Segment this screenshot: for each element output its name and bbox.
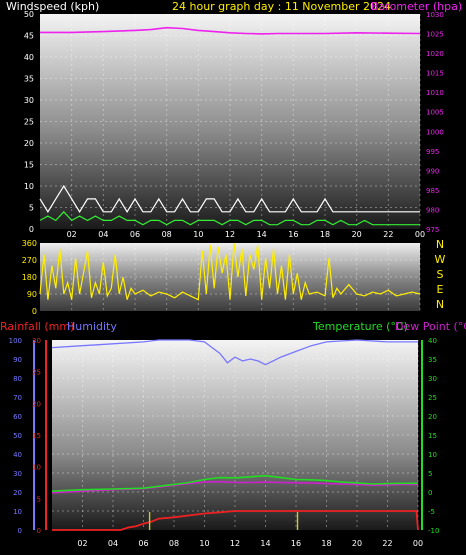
compass-label: W xyxy=(435,253,446,266)
x-tick-label: 20 xyxy=(352,230,362,239)
wind-tick-label: 15 xyxy=(24,161,34,170)
humidity-tick-label: 10 xyxy=(13,508,22,516)
x-tick-label: 16 xyxy=(291,539,301,548)
wind-tick-label: 35 xyxy=(24,75,34,84)
direction-tick-label: 90 xyxy=(27,290,37,299)
x-tick-label: 12 xyxy=(230,539,240,548)
temp-tick-label: 10 xyxy=(428,451,437,459)
x-tick-label: 08 xyxy=(162,230,172,239)
humidity-tick-label: 100 xyxy=(9,337,22,345)
temp-tick-label: 35 xyxy=(428,356,437,364)
baro-tick-label: 990 xyxy=(426,167,439,175)
wind-tick-label: 30 xyxy=(24,96,34,105)
rain-tick-label: 15 xyxy=(32,432,41,440)
x-tick-label: 06 xyxy=(130,230,140,239)
humidity-tick-label: 80 xyxy=(13,375,22,383)
baro-tick-label: 985 xyxy=(426,187,439,195)
rain-axis-title: Rainfall (mm) xyxy=(0,320,74,333)
temp-tick-label: 25 xyxy=(428,394,437,402)
baro-tick-label: 1010 xyxy=(426,89,444,97)
baro-tick-label: 1005 xyxy=(426,109,444,117)
x-tick-label: 16 xyxy=(288,230,298,239)
baro-tick-label: 975 xyxy=(426,226,439,234)
baro-tick-label: 1015 xyxy=(426,70,444,78)
wind-tick-label: 10 xyxy=(24,182,34,191)
x-tick-label: 18 xyxy=(321,539,331,548)
direction-tick-label: 180 xyxy=(22,273,37,282)
weather-graph: Windspeed (kph) 24 hour graph day : 11 N… xyxy=(0,0,466,555)
humidity-tick-label: 40 xyxy=(13,451,22,459)
wind-tick-label: 0 xyxy=(29,225,34,234)
humidity-tick-label: 30 xyxy=(13,470,22,478)
x-tick-label: 00 xyxy=(415,230,425,239)
x-tick-label: 08 xyxy=(169,539,179,548)
rain-tick-label: 30 xyxy=(32,337,41,345)
temp-tick-label: 40 xyxy=(428,337,437,345)
x-tick-label: 02 xyxy=(77,539,87,548)
humidity-axis-title: Humidity xyxy=(67,320,117,333)
humidity-tick-label: 50 xyxy=(13,432,22,440)
wind-tick-label: 45 xyxy=(24,32,34,41)
chart-title: 24 hour graph day : 11 November 2024 xyxy=(172,0,391,13)
wind-tick-label: 50 xyxy=(24,10,34,19)
humidity-tick-label: 60 xyxy=(13,413,22,421)
temp-tick-label: 15 xyxy=(428,432,437,440)
humidity-tick-label: 70 xyxy=(13,394,22,402)
temp-tick-label: -5 xyxy=(428,508,435,516)
x-tick-label: 04 xyxy=(98,230,108,239)
wind-tick-label: 20 xyxy=(24,139,34,148)
compass-label: N xyxy=(436,238,444,251)
dew-axis-title: Dew Point (°C) xyxy=(395,320,466,333)
rain-tick-label: 25 xyxy=(32,369,41,377)
baro-tick-label: 1020 xyxy=(426,50,444,58)
x-tick-label: 10 xyxy=(193,230,203,239)
rain-tick-label: 10 xyxy=(32,464,41,472)
direction-tick-label: 0 xyxy=(32,307,37,316)
compass-label: S xyxy=(437,268,444,281)
baro-tick-label: 995 xyxy=(426,148,439,156)
humidity-tick-label: 0 xyxy=(18,527,22,535)
x-tick-label: 06 xyxy=(138,539,148,548)
wind-tick-label: 25 xyxy=(24,118,34,127)
temp-tick-label: 20 xyxy=(428,413,437,421)
x-tick-label: 18 xyxy=(320,230,330,239)
baro-tick-label: 980 xyxy=(426,206,439,214)
baro-tick-label: 1000 xyxy=(426,128,444,136)
compass-label: N xyxy=(436,298,444,311)
temp-axis-title: Temperature (°C) xyxy=(312,320,408,333)
x-tick-label: 00 xyxy=(413,539,423,548)
direction-tick-label: 270 xyxy=(22,256,37,265)
x-tick-label: 12 xyxy=(225,230,235,239)
temp-tick-label: 5 xyxy=(428,470,432,478)
compass-label: E xyxy=(437,283,444,296)
humidity-tick-label: 20 xyxy=(13,489,22,497)
wind-axis-title: Windspeed (kph) xyxy=(6,0,99,13)
humidity-tick-label: 90 xyxy=(13,356,22,364)
x-tick-label: 02 xyxy=(67,230,77,239)
x-tick-label: 10 xyxy=(199,539,209,548)
wind-tick-label: 40 xyxy=(24,53,34,62)
rain-tick-label: 20 xyxy=(32,400,41,408)
temp-tick-label: 30 xyxy=(428,375,437,383)
direction-tick-label: 360 xyxy=(22,239,37,248)
x-tick-label: 22 xyxy=(382,539,392,548)
weather-graph-svg: Windspeed (kph) 24 hour graph day : 11 N… xyxy=(0,0,466,548)
rain-tick-label: 0 xyxy=(37,527,41,535)
baro-tick-label: 1025 xyxy=(426,31,444,39)
rain-tick-label: 5 xyxy=(37,495,41,503)
x-tick-label: 22 xyxy=(383,230,393,239)
x-tick-label: 20 xyxy=(352,539,362,548)
temp-tick-label: 0 xyxy=(428,489,432,497)
wind-tick-label: 5 xyxy=(29,204,34,213)
x-tick-label: 04 xyxy=(108,539,118,548)
x-tick-label: 14 xyxy=(260,539,270,548)
baro-tick-label: 1030 xyxy=(426,11,444,19)
temp-tick-label: -10 xyxy=(428,527,439,535)
baro-axis-title: Barometer (hpa) xyxy=(371,0,462,13)
x-tick-label: 14 xyxy=(257,230,267,239)
